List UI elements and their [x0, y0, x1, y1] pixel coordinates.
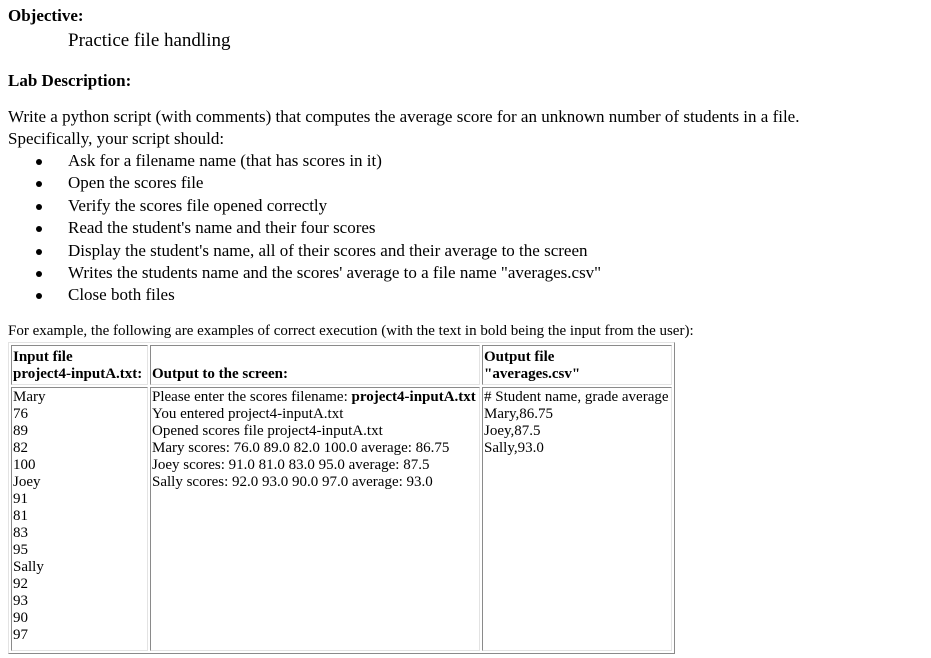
screen-output-contents: Please enter the scores filename: projec…: [150, 387, 480, 651]
header-output-filename: "averages.csv": [484, 366, 581, 382]
objective-heading: Objective:: [8, 6, 84, 25]
list-item: Read the student's name and their four s…: [0, 217, 601, 239]
list-item-text: Read the student's name and their four s…: [68, 218, 376, 238]
list-item-text: Verify the scores file opened correctly: [68, 195, 328, 215]
screen-output-line: Opened scores file project4-inputA.txt: [152, 423, 383, 439]
output-file-line: Joey,87.5: [484, 423, 541, 439]
input-file-line: 89: [13, 423, 28, 439]
header-screen-output: Output to the screen:: [150, 345, 480, 385]
list-item: Open the scores file: [0, 172, 601, 194]
input-file-line: 83: [13, 525, 28, 541]
list-item: Close both files: [0, 284, 601, 306]
input-file-line: 95: [13, 542, 28, 558]
output-file-line: Sally,93.0: [484, 440, 544, 456]
screen-output-line: Sally scores: 92.0 93.0 90.0 97.0 averag…: [152, 474, 433, 490]
header-input-label: Input file: [13, 349, 73, 365]
input-file-line: 97: [13, 627, 28, 643]
screen-prompt-line: Please enter the scores filename: projec…: [152, 389, 478, 406]
input-file-contents: Mary 76 89 82 100 Joey 91 81 83 95 Sally 92 93 90 97: [11, 387, 148, 651]
header-output-label: Output file: [484, 349, 555, 365]
list-item: Ask for a filename name (that has scores…: [0, 150, 601, 172]
bullet-icon: [36, 226, 42, 233]
table-header-row: Input file project4-inputA.txt: Output t…: [11, 345, 672, 385]
list-item-text: Close both files: [68, 285, 175, 305]
list-item-text: Display the student's name, all of their…: [68, 240, 588, 260]
input-file-line: 76: [13, 406, 28, 422]
list-item-text: Writes the students name and the scores'…: [68, 262, 602, 282]
list-item: Display the student's name, all of their…: [0, 240, 601, 262]
example-intro: For example, the following are examples …: [8, 323, 694, 339]
header-input-file: Input file project4-inputA.txt:: [11, 345, 148, 385]
output-file-contents: # Student name, grade average Mary,86.75 J…: [482, 387, 672, 651]
list-item: Writes the students name and the scores'…: [0, 262, 601, 284]
input-file-line: Mary: [13, 389, 46, 405]
header-input-filename: project4-inputA.txt:: [13, 366, 143, 382]
table-row: Mary 76 89 82 100 Joey 91 81 83 95 Sally 92 93 90 97 P…: [11, 387, 672, 651]
screen-output-line: Mary scores: 76.0 89.0 82.0 100.0 averag…: [152, 440, 450, 456]
header-output-file: Output file "averages.csv": [482, 345, 672, 385]
user-input-text: project4-inputA.txt: [351, 389, 476, 405]
list-item-text: Open the scores file: [68, 173, 204, 193]
bullet-icon: [36, 293, 42, 300]
input-file-line: Sally: [13, 559, 44, 575]
list-item: Verify the scores file opened correctly: [0, 195, 601, 217]
example-table: Input file project4-inputA.txt: Output t…: [8, 342, 675, 654]
list-item-text: Ask for a filename name (that has scores…: [68, 151, 382, 170]
input-file-line: 93: [13, 593, 28, 609]
bullet-icon: [36, 248, 42, 255]
lab-description-heading: Lab Description:: [8, 71, 132, 90]
bullet-icon: [36, 270, 42, 277]
bullet-icon: [36, 181, 42, 188]
lab-description-intro: Write a python script (with comments) th…: [8, 107, 800, 148]
screen-prompt-text: Please enter the scores filename:: [152, 389, 352, 405]
requirements-list: Ask for a filename name (that has scores…: [0, 150, 601, 307]
objective-text: Practice file handling: [68, 30, 231, 51]
bullet-icon: [36, 203, 42, 210]
input-file-line: 81: [13, 508, 28, 524]
bullet-icon: [36, 159, 42, 165]
header-screen-label: Output to the screen:: [152, 366, 288, 382]
input-file-line: 100: [13, 457, 36, 473]
input-file-line: 92: [13, 576, 28, 592]
output-file-line: Mary,86.75: [484, 406, 554, 422]
input-file-line: 82: [13, 440, 28, 456]
input-file-line: 91: [13, 491, 28, 507]
screen-output-line: Joey scores: 91.0 81.0 83.0 95.0 average…: [152, 457, 430, 473]
screen-output-line: You entered project4-inputA.txt: [152, 406, 344, 422]
input-file-line: 90: [13, 610, 28, 626]
input-file-line: Joey: [13, 474, 41, 490]
output-file-line: # Student name, grade average: [484, 389, 669, 405]
